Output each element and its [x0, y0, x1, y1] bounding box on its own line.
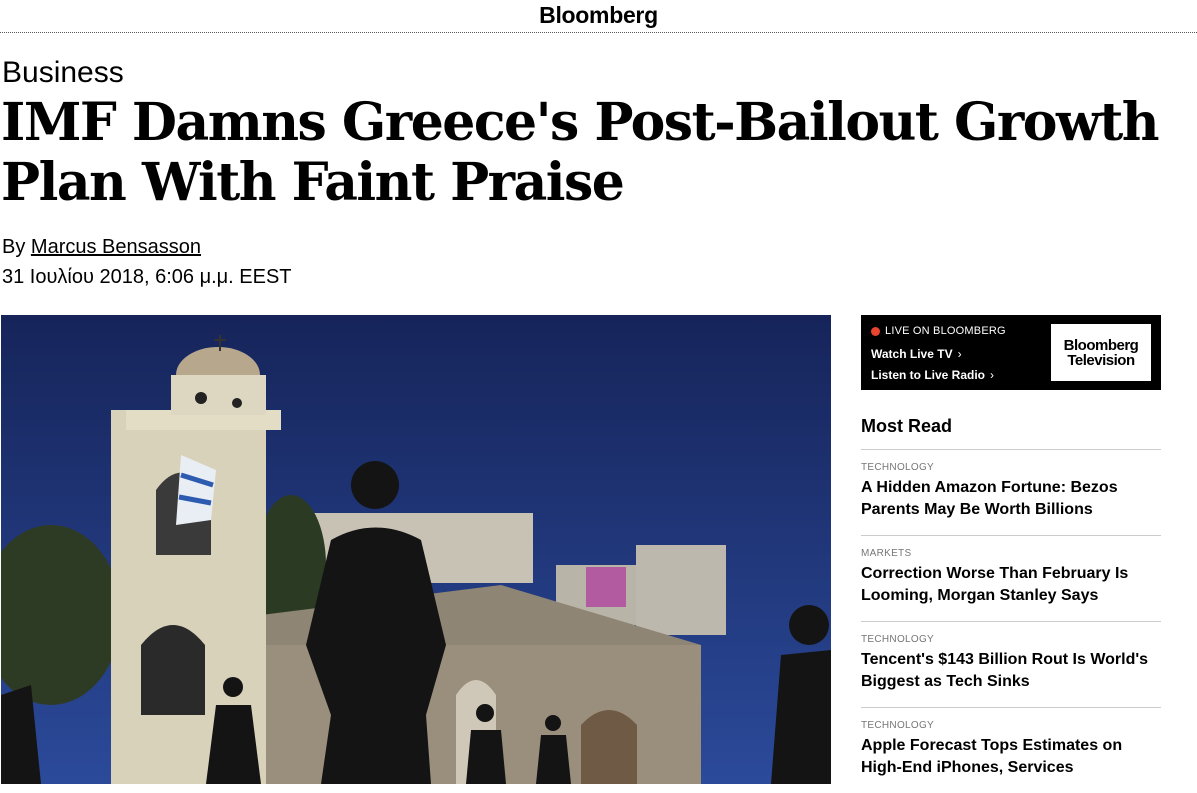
- list-item: MARKETS Correction Worse Than February I…: [861, 535, 1161, 621]
- live-label: LIVE ON BLOOMBERG: [885, 325, 1006, 337]
- live-on-bloomberg-box: LIVE ON BLOOMBERG Watch Live TV › Listen …: [861, 315, 1161, 390]
- list-item-link[interactable]: Tencent's $143 Billion Rout Is World's B…: [861, 649, 1161, 693]
- most-read-heading: Most Read: [861, 416, 953, 436]
- author-link[interactable]: Marcus Bensasson: [31, 236, 201, 258]
- hero-image: [1, 315, 831, 784]
- list-item: TECHNOLOGY Apple Forecast Tops Estimates…: [861, 707, 1161, 793]
- tv-logo-line2: Television: [1067, 351, 1135, 369]
- list-item-link[interactable]: Correction Worse Than February Is Loomin…: [861, 563, 1161, 607]
- tv-logo-line1: Bloomberg: [1063, 336, 1139, 354]
- publish-date: 31 Ιουλίου 2018, 6:06 μ.μ. EEST: [2, 266, 292, 288]
- watch-live-tv-label: Watch Live TV: [871, 347, 953, 361]
- byline-prefix: By: [2, 236, 26, 258]
- listen-live-radio-link[interactable]: Listen to Live Radio ›: [871, 368, 994, 383]
- chevron-right-icon: ›: [957, 347, 962, 361]
- list-item: TECHNOLOGY A Hidden Amazon Fortune: Bezo…: [861, 449, 1161, 535]
- live-dot-icon: [871, 327, 880, 336]
- list-item-category: TECHNOLOGY: [861, 634, 935, 645]
- list-item-link[interactable]: A Hidden Amazon Fortune: Bezos Parents M…: [861, 477, 1161, 521]
- listen-live-radio-label: Listen to Live Radio: [871, 368, 986, 382]
- list-item-category: TECHNOLOGY: [861, 720, 935, 731]
- article-headline: IMF Damns Greece's Post-Bailout Growth P…: [1, 92, 1160, 213]
- watch-live-tv-link[interactable]: Watch Live TV ›: [871, 347, 962, 362]
- list-item-category: TECHNOLOGY: [861, 462, 935, 473]
- live-label-row: LIVE ON BLOOMBERG: [871, 325, 1006, 338]
- list-item-link[interactable]: Apple Forecast Tops Estimates on High-En…: [861, 735, 1161, 779]
- list-item: TECHNOLOGY Tencent's $143 Billion Rout I…: [861, 621, 1161, 707]
- list-item-category: MARKETS: [861, 548, 912, 559]
- bloomberg-logo[interactable]: Bloomberg: [0, 0, 1197, 30]
- bloomberg-television-logo[interactable]: Bloomberg Television: [1051, 324, 1151, 381]
- hero-photo-illustration: [1, 315, 831, 784]
- site-header: Bloomberg: [0, 0, 1197, 33]
- byline: By Marcus Bensasson: [2, 235, 201, 259]
- chevron-right-icon: ›: [990, 368, 995, 382]
- section-link[interactable]: Business: [2, 55, 124, 91]
- most-read-list: TECHNOLOGY A Hidden Amazon Fortune: Bezo…: [861, 449, 1161, 793]
